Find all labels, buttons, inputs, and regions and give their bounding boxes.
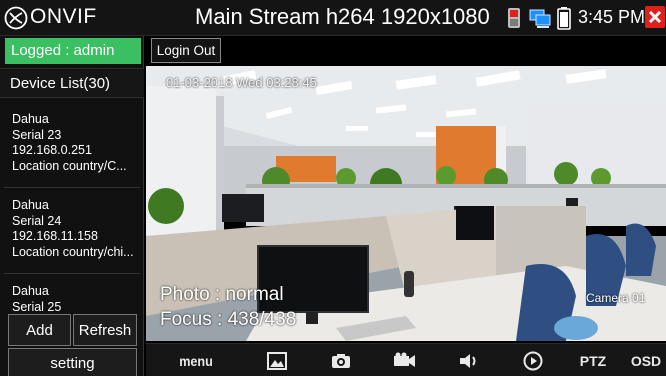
camera-icon: [332, 353, 350, 368]
title-bar: ONVIF Main Stream h264 1920x1080 3:45 PM: [0, 0, 666, 36]
clock: 3:45 PM: [578, 7, 646, 27]
refresh-button[interactable]: Refresh: [73, 314, 137, 346]
device-serial: Serial 23: [12, 127, 62, 142]
device-name: Dahua: [12, 198, 49, 212]
close-button[interactable]: [645, 6, 665, 28]
device-name: Dahua: [12, 112, 49, 126]
network-icon: [529, 9, 551, 28]
snapshot-button[interactable]: [318, 344, 364, 376]
osd-timestamp: 01-03-2018 Wed 03:28:45: [166, 75, 317, 90]
device-location: Location country/C...: [12, 158, 127, 173]
image-icon: [267, 351, 287, 370]
gallery-button[interactable]: [254, 344, 300, 376]
sidebar: Logged : admin Device List(30) Dahua Ser…: [0, 36, 144, 376]
device-ip: 192.168.0.251: [12, 143, 92, 157]
battery-icon: [557, 7, 571, 30]
sd-card-icon: [508, 8, 520, 28]
stream-title: Main Stream h264 1920x1080: [195, 4, 490, 29]
video-record-icon: [394, 352, 415, 367]
onvif-logo-icon: [4, 6, 28, 30]
speaker-icon: [460, 353, 476, 368]
add-button[interactable]: Add: [8, 314, 71, 346]
audio-button[interactable]: [446, 344, 492, 376]
focus-value: Focus : 438/438: [160, 309, 297, 330]
device-ip: 192.168.11.158: [12, 229, 98, 243]
logged-user-badge: Logged : admin: [5, 38, 141, 64]
device-item[interactable]: Dahua Serial 25: [4, 278, 140, 312]
device-item[interactable]: Dahua Serial 24 192.168.11.158 Location …: [4, 192, 140, 274]
menu-button[interactable]: menu: [169, 344, 223, 376]
ptz-button[interactable]: PTZ: [570, 344, 616, 376]
device-serial: Serial 25: [12, 299, 62, 313]
device-item[interactable]: Dahua Serial 23 192.168.0.251 Location c…: [4, 106, 140, 188]
play-circle-icon: [523, 351, 543, 370]
device-list-header[interactable]: Device List(30): [0, 68, 144, 98]
login-out-button[interactable]: Login Out: [151, 38, 221, 63]
record-button[interactable]: [382, 344, 428, 376]
osd-button[interactable]: OSD: [626, 344, 666, 376]
app-name: ONVIF: [30, 5, 97, 28]
bottom-toolbar: menu PTZ OSD: [146, 343, 666, 376]
close-icon: [648, 10, 662, 24]
photo-mode: Photo : normal: [160, 284, 284, 305]
device-name: Dahua: [12, 284, 49, 298]
osd-camera-name: Camera 01: [586, 291, 646, 305]
device-serial: Serial 24: [12, 213, 62, 228]
device-location: Location country/chi...: [12, 244, 134, 259]
play-button[interactable]: [510, 344, 556, 376]
setting-button[interactable]: setting: [8, 348, 137, 376]
